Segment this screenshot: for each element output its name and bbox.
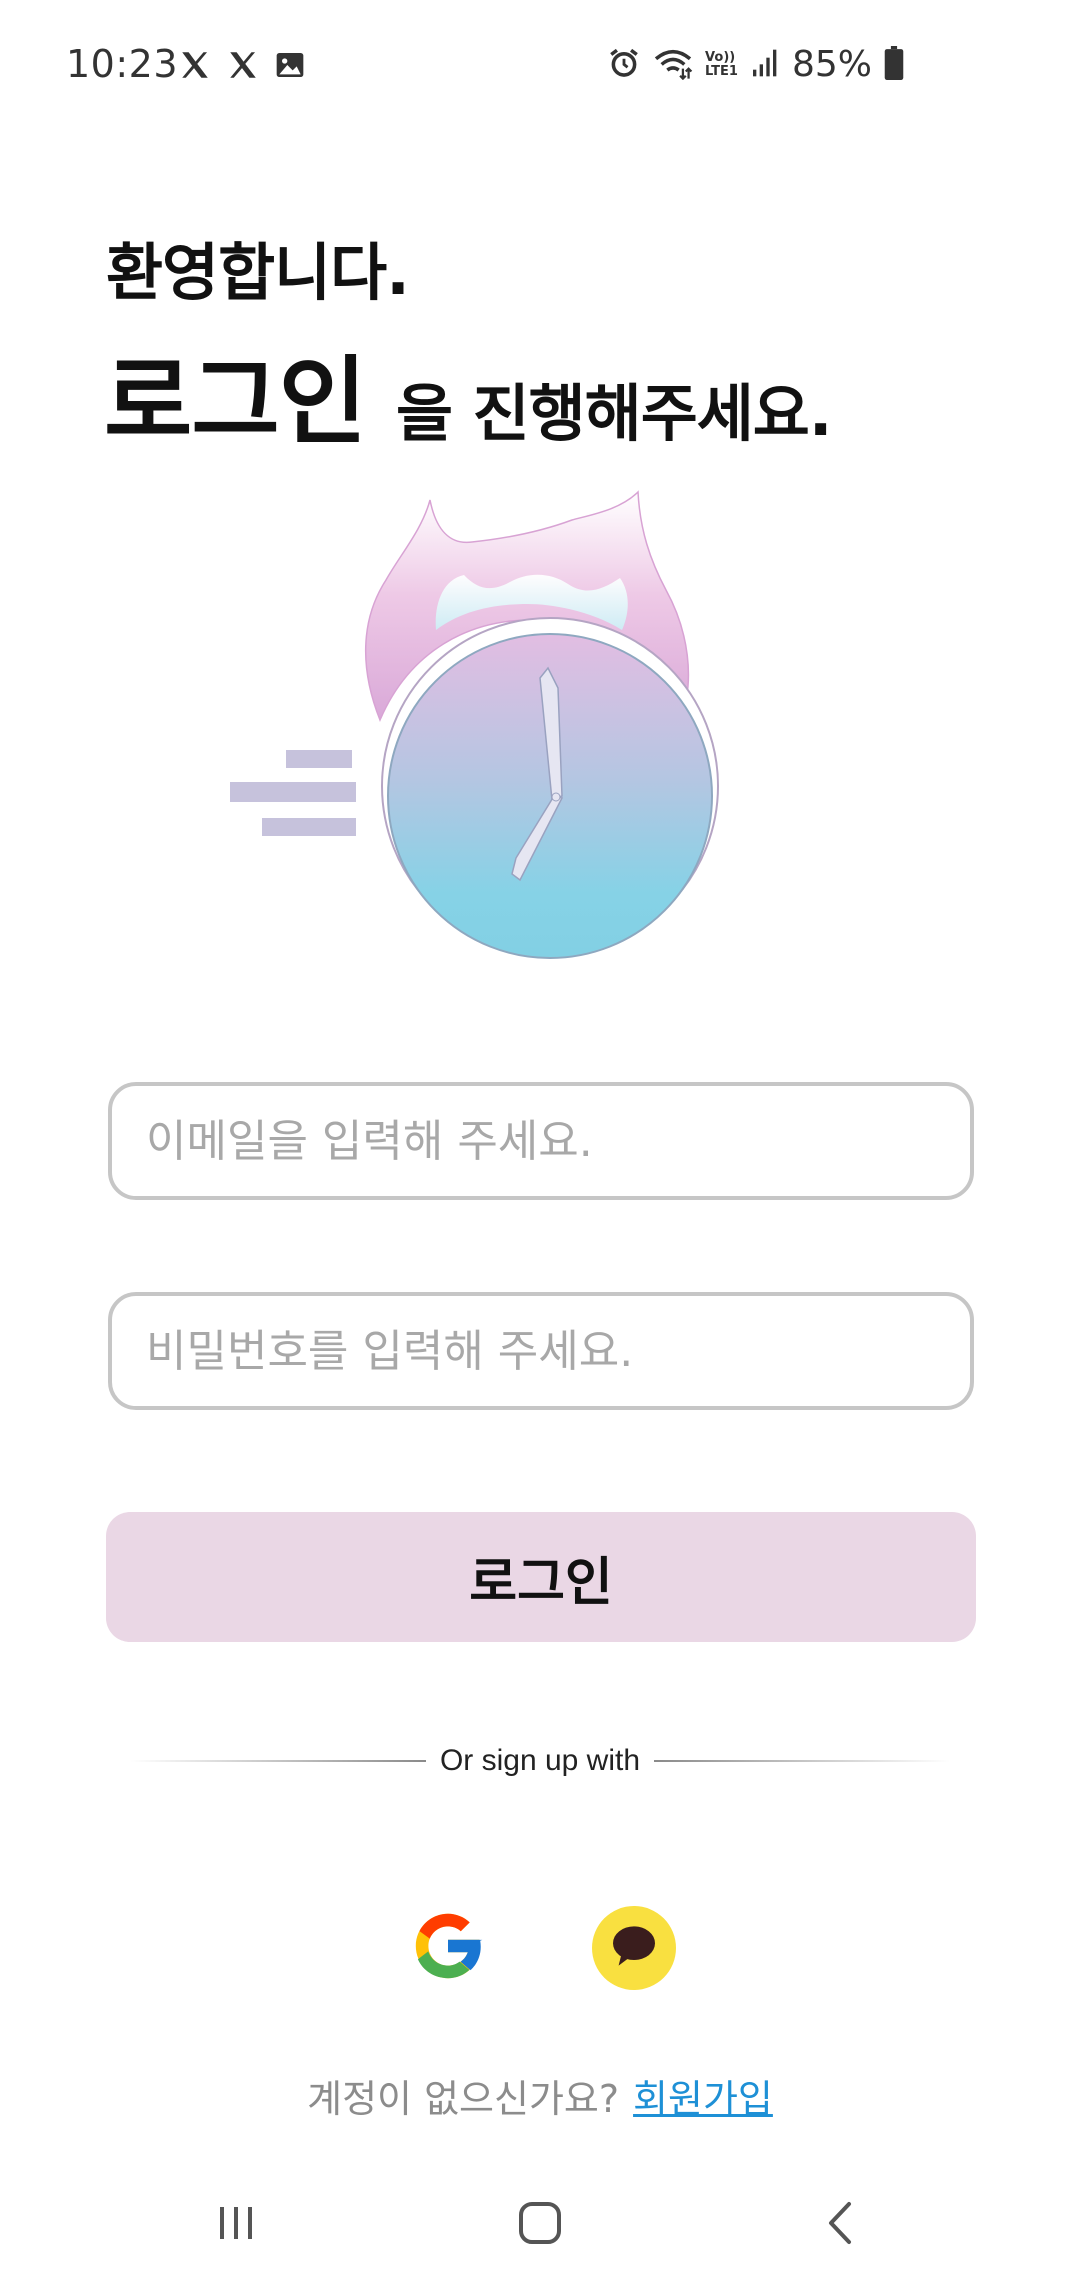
status-system-icons: Vo)) LTE1 85% [607, 44, 904, 85]
password-field[interactable] [108, 1292, 974, 1410]
email-field[interactable] [108, 1082, 974, 1200]
battery-icon [884, 45, 904, 84]
home-button[interactable] [490, 2190, 590, 2260]
signal-icon [750, 47, 780, 83]
volte-icon: Vo)) LTE1 [705, 49, 738, 79]
sign-up-divider: Or sign up with [130, 1736, 950, 1786]
x-logo-icon [226, 48, 260, 82]
alarm-icon [607, 46, 641, 84]
system-nav-bar [0, 2170, 1080, 2280]
google-login-button[interactable] [406, 1906, 490, 1990]
wifi-icon [653, 46, 693, 84]
divider-line-right [654, 1760, 950, 1762]
status-time: 10:23 [66, 42, 179, 86]
kakao-login-button[interactable] [592, 1906, 676, 1990]
signup-question: 계정이 없으신가요? [307, 2077, 620, 2121]
login-heading-rest: 을 진행해주세요. [395, 377, 832, 450]
image-icon [274, 49, 306, 81]
signup-link[interactable]: 회원가입 [633, 2077, 773, 2121]
login-button[interactable]: 로그인 [106, 1512, 976, 1642]
divider-line-left [130, 1760, 426, 1762]
status-bar: 10:23 Vo)) LTE1 85% [0, 0, 1080, 132]
login-heading: 로그인 을 진행해주세요. [104, 324, 832, 463]
welcome-heading: 환영합니다. [106, 236, 410, 309]
battery-percent: 85% [791, 44, 872, 85]
login-heading-word: 로그인 [104, 346, 367, 458]
signup-prompt: 계정이 없으신가요? 회원가입 [0, 2068, 1080, 2123]
google-icon [406, 1904, 490, 1992]
volte-label: Vo)) [705, 49, 736, 65]
recent-apps-icon [214, 2203, 258, 2247]
status-notification-icons [178, 48, 306, 82]
home-icon [517, 2200, 563, 2250]
lte-label: LTE1 [705, 63, 738, 79]
recent-apps-button[interactable] [186, 2190, 286, 2260]
flaming-clock-illustration [210, 460, 770, 980]
divider-text: Or sign up with [439, 1744, 641, 1777]
kakao-talk-icon [606, 1918, 662, 1978]
back-button[interactable] [790, 2190, 890, 2260]
x-logo-icon [178, 48, 212, 82]
back-icon [825, 2200, 855, 2250]
